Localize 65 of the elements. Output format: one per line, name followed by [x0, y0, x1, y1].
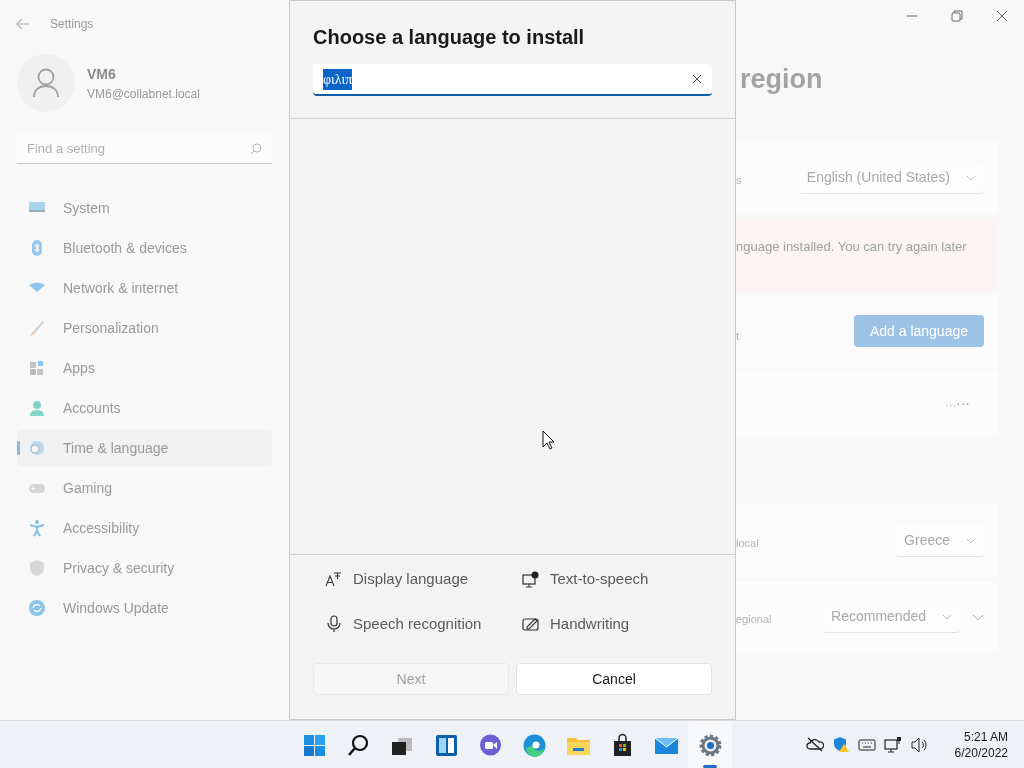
clock-date[interactable]: 6/20/2022: [954, 745, 1008, 761]
page-heading: region: [740, 63, 824, 96]
nav-item[interactable]: Gaming: [17, 470, 272, 506]
nav-item[interactable]: Accounts: [17, 390, 272, 426]
volume-icon[interactable]: [910, 736, 928, 754]
nav-item[interactable]: Accessibility: [17, 510, 272, 546]
apps-icon: [28, 359, 46, 377]
restore-icon: [950, 10, 963, 22]
browser-icon: [521, 732, 547, 758]
start-icon: [301, 732, 327, 758]
microphone-icon: [325, 615, 342, 633]
security-warning-icon[interactable]: [832, 736, 850, 754]
back-arrow-icon[interactable]: [16, 18, 30, 30]
user-email: VM6@collabnet.local: [87, 85, 200, 103]
nav-item[interactable]: Apps: [17, 350, 272, 386]
nav-item[interactable]: Privacy & security: [17, 550, 272, 586]
feature-label: Handwriting: [550, 613, 630, 634]
cloud-offline-icon[interactable]: [806, 736, 824, 754]
error-message: nguage installed. You can try again later: [736, 239, 967, 254]
person-icon: [32, 68, 60, 98]
nav-item[interactable]: Bluetooth & devices: [17, 230, 272, 266]
update-icon: [28, 599, 46, 617]
chevron-down-icon: [966, 174, 976, 181]
mouse-pointer-icon: [542, 430, 556, 450]
person-icon: [28, 399, 46, 417]
brush-icon: [28, 319, 46, 337]
wired-network-icon[interactable]: [884, 736, 902, 754]
setting-label: ···: [945, 397, 956, 413]
nav-item[interactable]: Windows Update: [17, 590, 272, 626]
clear-icon[interactable]: [692, 74, 702, 84]
shield-icon: [28, 559, 46, 577]
feature-label: Text-to-speech: [550, 569, 649, 589]
more-options-button[interactable]: ···: [956, 392, 970, 414]
globe-clock-icon: [28, 439, 46, 457]
language-search-field[interactable]: φιλιπ: [313, 64, 712, 96]
chevron-down-icon: [942, 613, 952, 620]
user-name: VM6: [87, 64, 117, 84]
setting-label: egional: [736, 611, 772, 627]
accessibility-icon: [28, 519, 46, 537]
chat-icon: [477, 732, 503, 758]
nav-item[interactable]: Network & internet: [17, 270, 272, 306]
search-icon: [250, 142, 262, 155]
nav-item[interactable]: Time & language: [17, 430, 272, 466]
nav-item[interactable]: Personalization: [17, 310, 272, 346]
close-icon: [995, 10, 1008, 22]
keyboard-icon[interactable]: [858, 736, 876, 754]
font-icon: [325, 570, 342, 588]
expand-chevron-icon[interactable]: [972, 613, 984, 621]
setting-label: t: [736, 328, 740, 344]
chevron-down-icon: [966, 537, 976, 544]
nav-item[interactable]: System: [17, 190, 272, 226]
window-title: Settings: [50, 16, 94, 33]
setting-label: s: [736, 172, 742, 188]
clock-time[interactable]: 5:21 AM: [963, 729, 1008, 745]
cancel-button[interactable]: Cancel: [516, 663, 712, 695]
gear-icon: [697, 732, 723, 758]
dialog-title: Choose a language to install: [313, 25, 586, 50]
monitor-speech-icon: [522, 570, 539, 588]
widgets-icon: [433, 732, 459, 758]
feature-label: Display language: [353, 569, 469, 589]
setting-label: local: [736, 535, 759, 551]
handwriting-icon: [522, 615, 539, 633]
feature-label: Speech recognition: [353, 613, 482, 634]
add-language-button[interactable]: Add a language: [853, 315, 984, 347]
search-icon: [345, 732, 371, 758]
